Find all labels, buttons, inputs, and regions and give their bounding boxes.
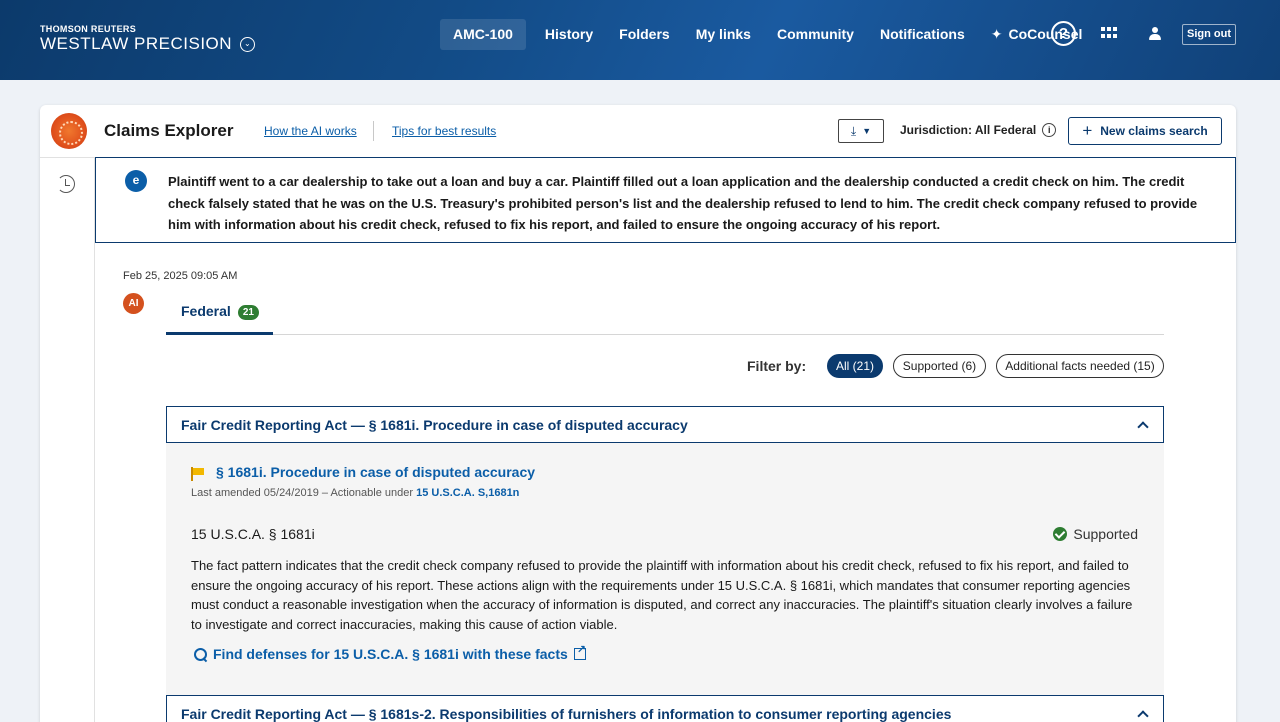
amended-text: Last amended 05/24/2019 – Actionable und…: [191, 487, 417, 499]
status-badge: Supported: [1053, 526, 1138, 542]
brand-publisher: THOMSON REUTERS: [40, 24, 137, 34]
claim-section: Fair Credit Reporting Act — § 1681s-2. R…: [166, 695, 1164, 722]
main-nav: AMC-100 History Folders My links Communi…: [440, 19, 1095, 50]
claims-explorer-logo-icon: [51, 113, 87, 149]
caret-down-icon: ▼: [862, 126, 872, 136]
chevron-up-icon[interactable]: [1137, 420, 1149, 433]
query-box: e Plaintiff went to a car dealership to …: [95, 157, 1236, 243]
filter-additional-facts-pill[interactable]: Additional facts needed (15): [996, 354, 1164, 378]
statute-citation: 15 U.S.C.A. § 1681i: [191, 526, 315, 542]
apps-grid-icon[interactable]: [1101, 27, 1117, 39]
filter-all-pill[interactable]: All (21): [827, 354, 883, 378]
tab-federal-count: 21: [237, 305, 259, 320]
user-query-badge: e: [125, 170, 147, 192]
chevron-down-icon[interactable]: ⌄: [240, 36, 256, 52]
nav-notifications[interactable]: Notifications: [867, 19, 978, 50]
filter-supported-pill[interactable]: Supported (6): [893, 354, 986, 378]
history-icon[interactable]: [57, 175, 75, 193]
find-defenses-link[interactable]: Find defenses for 15 U.S.C.A. § 1681i wi…: [194, 643, 586, 662]
flag-icon: [191, 467, 205, 481]
results-tabs: Federal 21: [166, 293, 1164, 335]
jurisdiction-indicator: Jurisdiction: All Federal i: [900, 123, 1057, 137]
top-navigation-bar: THOMSON REUTERS WESTLAW PRECISION ⌄ AMC-…: [0, 0, 1280, 80]
download-icon: ⤓: [850, 123, 857, 138]
new-claims-search-button[interactable]: + New claims search: [1068, 117, 1222, 145]
find-defenses-label: Find defenses for 15 U.S.C.A. § 1681i wi…: [213, 646, 568, 662]
westlaw-brand-logo[interactable]: THOMSON REUTERS WESTLAW PRECISION ⌄: [40, 24, 256, 54]
actionable-link[interactable]: 15 U.S.C.A. S,1681n: [416, 487, 519, 499]
claim-section-header[interactable]: Fair Credit Reporting Act — § 1681i. Pro…: [166, 406, 1164, 443]
chevron-up-icon[interactable]: [1137, 709, 1149, 722]
tab-federal-label: Federal: [181, 303, 231, 319]
filter-label: Filter by:: [747, 358, 807, 374]
query-text: Plaintiff went to a car dealership to ta…: [168, 174, 1198, 232]
claim-section: Fair Credit Reporting Act — § 1681i. Pro…: [166, 406, 1164, 696]
check-circle-icon: [1053, 527, 1068, 541]
left-rail: [40, 157, 95, 722]
nav-history[interactable]: History: [532, 19, 606, 50]
divider: [373, 121, 374, 141]
new-claims-search-label: New claims search: [1100, 124, 1208, 138]
jurisdiction-label: Jurisdiction: All Federal: [900, 123, 1037, 137]
status-label: Supported: [1073, 526, 1138, 542]
sign-out-button[interactable]: Sign out: [1182, 24, 1236, 45]
external-link-icon: [573, 643, 586, 660]
claim-section-body: § 1681i. Procedure in case of disputed a…: [166, 443, 1164, 696]
nav-folders[interactable]: Folders: [606, 19, 683, 50]
user-profile-icon[interactable]: [1148, 27, 1162, 41]
statute-title-link[interactable]: § 1681i. Procedure in case of disputed a…: [216, 464, 535, 480]
info-icon[interactable]: i: [1042, 123, 1057, 137]
claim-analysis-text: The fact pattern indicates that the cred…: [191, 558, 1133, 633]
claim-section-header[interactable]: Fair Credit Reporting Act — § 1681s-2. R…: [166, 695, 1164, 722]
nav-my-links[interactable]: My links: [683, 19, 764, 50]
nav-client-id[interactable]: AMC-100: [440, 19, 526, 50]
help-icon[interactable]: ?: [1051, 21, 1076, 46]
claims-explorer-panel: Claims Explorer How the AI works Tips fo…: [40, 105, 1236, 722]
tips-best-results-link[interactable]: Tips for best results: [392, 124, 496, 138]
claim-section-title: Fair Credit Reporting Act — § 1681i. Pro…: [181, 416, 688, 433]
download-button[interactable]: ⤓ ▼: [838, 119, 884, 143]
page-title: Claims Explorer: [104, 121, 234, 140]
ai-badge: AI: [123, 293, 144, 314]
sparkle-icon: ✦: [990, 26, 1003, 42]
nav-cocounsel[interactable]: ✦ CoCounsel: [978, 19, 1096, 50]
plus-icon: +: [1082, 121, 1093, 140]
brand-product-name: WESTLAW PRECISION: [40, 34, 233, 53]
tab-federal[interactable]: Federal 21: [166, 293, 273, 335]
claim-section-title: Fair Credit Reporting Act — § 1681s-2. R…: [181, 705, 952, 722]
brand-product: WESTLAW PRECISION ⌄: [40, 34, 256, 54]
search-icon: [194, 647, 207, 661]
nav-community[interactable]: Community: [764, 19, 867, 50]
result-timestamp: Feb 25, 2025 09:05 AM: [123, 270, 238, 282]
statute-amended-info: Last amended 05/24/2019 – Actionable und…: [191, 487, 519, 499]
how-ai-works-link[interactable]: How the AI works: [264, 124, 357, 138]
